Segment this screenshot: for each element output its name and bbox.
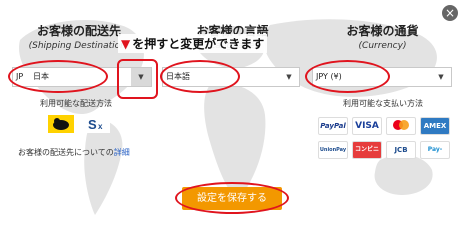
jcb-logo: JCB xyxy=(386,141,416,159)
highlight-ring-save xyxy=(175,182,289,214)
highlight-ring-language xyxy=(160,60,240,93)
shipping-details-link[interactable]: 詳細 xyxy=(114,148,130,157)
mastercard-circles-icon xyxy=(393,120,409,130)
annotation-text: を押すと変更ができます xyxy=(132,37,265,51)
visa-logo: VISA xyxy=(352,117,382,135)
annotation-marker: ▼ xyxy=(121,37,131,51)
shipping-methods-label: 利用可能な配送方法 xyxy=(40,99,112,108)
highlight-ring-dropdown-button xyxy=(117,59,158,99)
paypal-logo: PayPal xyxy=(318,117,348,135)
chevron-down-icon[interactable]: ▼ xyxy=(279,68,299,86)
convenience-store-logo: コンビニ xyxy=(352,141,382,159)
currency-title-en: (Currency) xyxy=(358,41,407,51)
payeasy-logo: Pay-easy xyxy=(420,141,450,159)
payment-methods-label: 利用可能な支払い方法 xyxy=(343,99,423,108)
highlight-ring-country xyxy=(8,60,108,93)
mastercard-logo xyxy=(386,117,416,135)
unionpay-logo: UnionPay xyxy=(318,141,348,159)
sagawa-logo: S x xyxy=(84,115,110,133)
shipping-note: お客様の配送先についての詳細 xyxy=(18,147,130,158)
currency-title: お客様の通貨 (Currency) xyxy=(320,22,445,51)
amex-logo: AMEX xyxy=(420,117,450,135)
svg-text:S: S xyxy=(88,117,97,132)
currency-title-jp: お客様の通貨 xyxy=(346,24,419,38)
highlight-ring-currency xyxy=(305,60,390,93)
annotation-callout: ▼ を押すと変更ができます xyxy=(118,34,268,53)
close-icon[interactable]: × xyxy=(442,5,458,21)
chevron-down-icon[interactable]: ▼ xyxy=(431,68,451,86)
svg-text:x: x xyxy=(98,122,103,131)
yamato-logo xyxy=(48,115,74,133)
shipping-note-text: お客様の配送先についての xyxy=(18,148,114,157)
